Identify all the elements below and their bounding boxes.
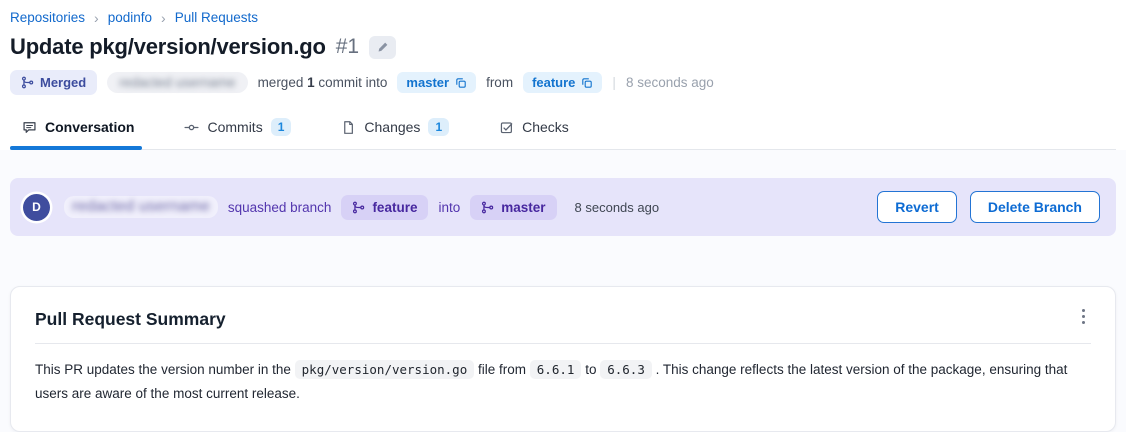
source-branch-chip[interactable]: feature xyxy=(341,195,428,220)
source-branch-label: feature xyxy=(532,75,575,90)
changes-count-badge: 1 xyxy=(428,118,449,136)
breadcrumb-pull-requests[interactable]: Pull Requests xyxy=(175,10,258,25)
target-branch-label: master xyxy=(406,75,449,90)
kebab-menu-button[interactable] xyxy=(1076,305,1091,328)
file-icon xyxy=(341,120,356,135)
redacted-username: redacted username xyxy=(119,75,235,90)
summary-body: This PR updates the version number in th… xyxy=(35,358,1091,405)
from-text: from xyxy=(486,75,513,90)
tab-label: Changes xyxy=(364,119,420,135)
tab-changes[interactable]: Changes 1 xyxy=(339,111,451,149)
merge-event-banner: D redacted username squashed branch feat… xyxy=(10,178,1116,236)
summary-text: to xyxy=(585,362,596,377)
merger-redacted: redacted username xyxy=(64,196,218,218)
source-branch-chip[interactable]: feature xyxy=(523,72,602,93)
code-version-new: 6.6.3 xyxy=(600,360,652,379)
target-branch-label: master xyxy=(501,200,545,215)
commit-count: 1 xyxy=(307,75,315,90)
summary-text: file from xyxy=(478,362,526,377)
author-redacted: redacted username xyxy=(107,72,247,93)
redacted-username: redacted username xyxy=(72,198,210,215)
git-merge-icon xyxy=(21,76,34,89)
pr-number: #1 xyxy=(336,35,359,59)
card-header: Pull Request Summary xyxy=(35,303,1091,343)
merge-action-text: squashed branch xyxy=(228,200,332,215)
into-text: into xyxy=(438,200,460,215)
git-branch-icon xyxy=(352,201,365,214)
code-version-old: 6.6.1 xyxy=(530,360,582,379)
target-branch-chip[interactable]: master xyxy=(470,195,556,220)
card-divider xyxy=(35,343,1091,344)
tab-conversation[interactable]: Conversation xyxy=(20,111,136,149)
divider: | xyxy=(612,75,616,90)
copy-icon[interactable] xyxy=(455,77,467,89)
pull-request-summary-card: Pull Request Summary This PR updates the… xyxy=(10,286,1116,432)
chevron-right-icon: › xyxy=(161,11,166,25)
tab-checks[interactable]: Checks xyxy=(497,111,571,149)
chevron-right-icon: › xyxy=(94,11,99,25)
pr-content: D redacted username squashed branch feat… xyxy=(0,150,1126,432)
breadcrumb-podinfo[interactable]: podinfo xyxy=(108,10,152,25)
comment-icon xyxy=(22,120,37,135)
commit-icon xyxy=(184,120,199,135)
breadcrumb-repositories[interactable]: Repositories xyxy=(10,10,85,25)
pencil-icon xyxy=(377,41,389,53)
page-title: Update pkg/version/version.go xyxy=(10,34,326,60)
pr-status-row: Merged redacted username merged 1 commit… xyxy=(10,70,1116,95)
avatar[interactable]: D xyxy=(23,194,50,221)
delete-branch-button[interactable]: Delete Branch xyxy=(970,191,1100,223)
tab-label: Conversation xyxy=(45,119,134,135)
edit-title-button[interactable] xyxy=(369,36,396,59)
tab-commits[interactable]: Commits 1 xyxy=(182,111,293,149)
pr-tabs: Conversation Commits 1 Changes 1 Checks xyxy=(10,111,1116,150)
code-file-path: pkg/version/version.go xyxy=(295,360,475,379)
title-row: Update pkg/version/version.go #1 xyxy=(10,34,1116,60)
card-title: Pull Request Summary xyxy=(35,309,226,330)
pr-header: Repositories › podinfo › Pull Requests U… xyxy=(0,0,1126,150)
revert-button[interactable]: Revert xyxy=(877,191,957,223)
breadcrumb: Repositories › podinfo › Pull Requests xyxy=(10,10,1116,25)
merged-status-label: Merged xyxy=(40,75,86,90)
git-branch-icon xyxy=(481,201,494,214)
banner-actions: Revert Delete Branch xyxy=(877,191,1100,223)
merge-timestamp: 8 seconds ago xyxy=(575,200,660,215)
source-branch-label: feature xyxy=(372,200,417,215)
commits-count-badge: 1 xyxy=(271,118,292,136)
pr-timestamp: 8 seconds ago xyxy=(626,75,714,90)
target-branch-chip[interactable]: master xyxy=(397,72,476,93)
copy-icon[interactable] xyxy=(581,77,593,89)
checklist-icon xyxy=(499,120,514,135)
tab-label: Checks xyxy=(522,119,569,135)
summary-text: This PR updates the version number in th… xyxy=(35,362,291,377)
tab-label: Commits xyxy=(207,119,262,135)
merge-summary-text: merged 1 commit into xyxy=(258,75,388,90)
merged-status-badge: Merged xyxy=(10,70,97,95)
